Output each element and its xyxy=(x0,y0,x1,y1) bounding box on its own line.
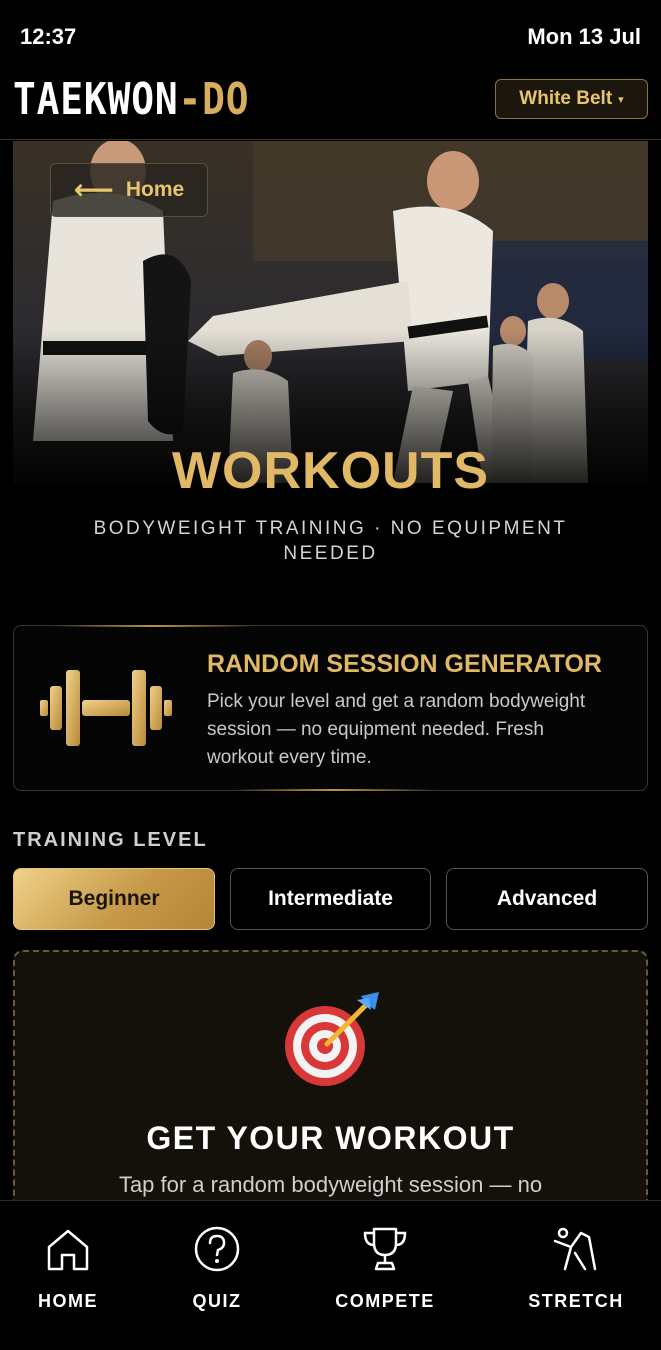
home-icon xyxy=(47,1229,89,1271)
generator-title: RANDOM SESSION GENERATOR xyxy=(207,650,602,678)
logo-text-main: TAEKWON xyxy=(13,74,179,125)
generator-description: Pick your level and get a random bodywei… xyxy=(207,691,586,768)
nav-stretch[interactable]: STRETCH xyxy=(526,1225,626,1312)
page-title: WORKOUTS xyxy=(171,442,490,500)
session-generator-card: RANDOM SESSION GENERATOR Pick your level… xyxy=(13,625,648,791)
chevron-down-icon: ▾ xyxy=(618,93,624,106)
trophy-icon xyxy=(363,1227,407,1271)
hero-image: ⟵ Home xyxy=(13,141,648,483)
dumbbell-icon xyxy=(40,670,172,746)
nav-home[interactable]: HOME xyxy=(38,1225,98,1312)
level-intermediate-button[interactable]: Intermediate xyxy=(230,868,431,930)
level-advanced-button[interactable]: Advanced xyxy=(446,868,648,930)
bottom-nav: HOME QUIZ COMPETE STRETCH xyxy=(0,1200,661,1350)
stretch-icon xyxy=(553,1227,597,1271)
level-beginner-button[interactable]: Beginner xyxy=(13,868,215,930)
back-home-button[interactable]: ⟵ Home xyxy=(50,163,208,217)
back-home-label: Home xyxy=(125,178,185,201)
status-date: Mon 13 Jul xyxy=(527,24,641,49)
belt-label: White Belt xyxy=(519,88,613,109)
nav-quiz[interactable]: QUIZ xyxy=(187,1225,247,1312)
page-subtitle: BODYWEIGHT TRAINING · NO EQUIPMENT NEEDE… xyxy=(93,518,568,564)
training-level-label: TRAINING LEVEL xyxy=(13,829,208,851)
status-bar: 12:37 Mon 13 Jul xyxy=(0,0,661,70)
card-glow-top xyxy=(54,625,254,627)
app-header: TAEKWON-DO White Belt ▾ xyxy=(0,70,661,140)
logo-text-accent: -DO xyxy=(178,74,250,125)
nav-quiz-label: QUIZ xyxy=(192,1291,242,1311)
arrow-left-icon: ⟵ xyxy=(73,174,114,205)
nav-compete-label: COMPETE xyxy=(335,1291,435,1311)
get-workout-title: GET YOUR WORKOUT xyxy=(146,1120,515,1156)
nav-compete[interactable]: COMPETE xyxy=(335,1225,435,1312)
nav-home-label: HOME xyxy=(38,1291,98,1311)
nav-stretch-label: STRETCH xyxy=(528,1291,624,1311)
card-glow-bottom xyxy=(234,789,434,791)
app-logo[interactable]: TAEKWON-DO xyxy=(13,74,249,125)
question-icon xyxy=(194,1226,240,1272)
target-dart-icon xyxy=(285,992,379,1086)
status-time: 12:37 xyxy=(20,24,77,49)
get-workout-description: Tap for a random bodyweight session — no xyxy=(118,1172,543,1197)
belt-selector-button[interactable]: White Belt ▾ xyxy=(495,79,648,119)
